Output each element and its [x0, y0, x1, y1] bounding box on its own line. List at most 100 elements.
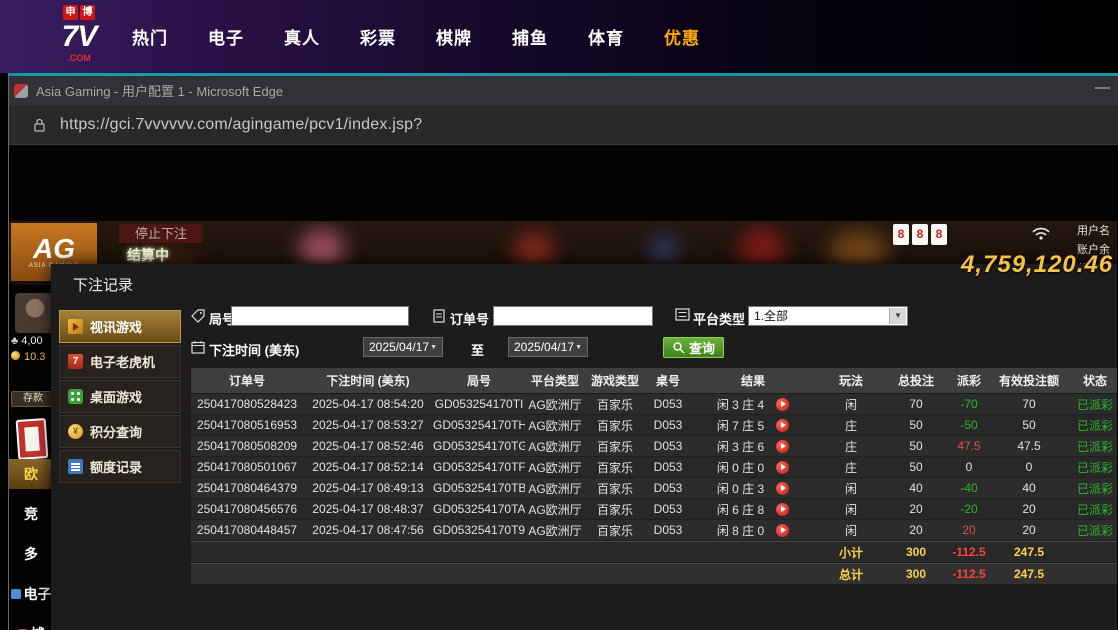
cell-status: 已派彩: [1065, 438, 1117, 455]
nav-item-sports[interactable]: 体育: [588, 24, 624, 49]
nav-item-board-games[interactable]: 棋牌: [436, 24, 472, 49]
cell-payout: -70: [945, 397, 993, 411]
table-row: 2504170804643792025-04-17 08:49:13GD0532…: [191, 478, 1117, 499]
platform-select-value: 1.全部: [754, 309, 788, 323]
replay-button[interactable]: [776, 482, 789, 495]
cell-table_no: D053: [645, 460, 691, 474]
cell-status: 已派彩: [1065, 417, 1117, 434]
replay-button[interactable]: [776, 440, 789, 453]
subtotal-row: 小计300-112.5247.5: [191, 541, 1117, 563]
column-header: 游戏类型: [585, 372, 645, 389]
lobby-menu-item-jing[interactable]: 竞: [9, 499, 53, 529]
menu-item-quota-records[interactable]: 额度记录: [59, 450, 181, 483]
round-input[interactable]: [231, 306, 409, 326]
nav-item-fishing[interactable]: 捕鱼: [512, 24, 548, 49]
menu-item-table-games[interactable]: 桌面游戏: [59, 380, 181, 413]
menu-item-label: 积分查询: [90, 422, 142, 441]
replay-button[interactable]: [776, 398, 789, 411]
window-title: Asia Gaming - 用户配置 1 - Microsoft Edge: [36, 81, 283, 100]
cell-round: GD053254170TI: [433, 397, 525, 411]
cell-time: 2025-04-17 08:52:46: [303, 439, 433, 453]
browser-window: Asia Gaming - 用户配置 1 - Microsoft Edge — …: [8, 73, 1118, 630]
stop-betting-button[interactable]: 停止下注: [119, 224, 203, 243]
cell-table_no: D053: [645, 502, 691, 516]
table-row: 2504170805082092025-04-17 08:52:46GD0532…: [191, 436, 1117, 457]
logo-badge-2: 博: [80, 5, 95, 20]
lobby-menu-item-bu[interactable]: 捕: [9, 619, 53, 630]
cell-round: GD053254170TF: [433, 460, 525, 474]
cell-round: GD053254170TA: [433, 502, 525, 516]
banner-glow: [299, 229, 345, 269]
nav-item-promotions[interactable]: 优惠: [664, 24, 700, 49]
column-header: 状态: [1065, 372, 1117, 389]
cell-bet: 庄: [815, 438, 887, 455]
lobby-item-icon: [11, 589, 21, 599]
site-logo[interactable]: 申 博 7V .COM: [46, 5, 112, 63]
order-label: 订单号: [450, 309, 489, 328]
grand-total-row: 总计300-112.5247.5: [191, 563, 1117, 585]
column-header: 局号: [433, 372, 525, 389]
dice-icon: [68, 389, 83, 404]
lobby-menu-item-dianzi[interactable]: 电子: [9, 579, 53, 609]
column-header: 平台类型: [525, 372, 585, 389]
lobby-menu-item-duo[interactable]: 多: [9, 539, 53, 569]
replay-button[interactable]: [776, 419, 789, 432]
cell-payout: 0: [945, 460, 993, 474]
table-row: 2504170805284232025-04-17 08:54:20GD0532…: [191, 394, 1117, 415]
nav-item-slots[interactable]: 电子: [208, 24, 244, 49]
replay-button[interactable]: [776, 461, 789, 474]
sum-payout: -112.5: [945, 567, 993, 581]
platform-select[interactable]: 1.全部 ▼: [748, 306, 908, 326]
minimize-button[interactable]: —: [1095, 79, 1110, 96]
nav-item-hot[interactable]: 热门: [132, 24, 168, 49]
replay-button[interactable]: [776, 503, 789, 516]
menu-item-label: 桌面游戏: [90, 387, 142, 406]
cell-total: 20: [887, 502, 945, 516]
nav-item-live[interactable]: 真人: [284, 24, 320, 49]
cell-round: GD053254170TH: [433, 418, 525, 432]
menu-item-slot-machines[interactable]: 电子老虎机: [59, 345, 181, 378]
lobby-item-label: 竞: [24, 504, 38, 524]
window-titlebar: Asia Gaming - 用户配置 1 - Microsoft Edge —: [9, 76, 1118, 105]
lock-icon[interactable]: [33, 117, 46, 132]
search-button[interactable]: 查询: [663, 337, 724, 358]
date-to-picker[interactable]: 2025/04/17 ▼: [508, 337, 588, 357]
date-from-picker[interactable]: 2025/04/17 ▼: [363, 337, 443, 357]
result-text: 闲 3 庄 4: [717, 396, 764, 413]
cell-valid: 20: [993, 502, 1065, 516]
cell-round: GD053254170T9: [433, 523, 525, 537]
cell-order: 250417080508209: [191, 439, 303, 453]
logo-subtext: .COM: [46, 54, 112, 63]
cell-game: 百家乐: [585, 396, 645, 413]
cell-table_no: D053: [645, 439, 691, 453]
cell-platform: AG欧洲厅: [525, 480, 585, 497]
lobby-menu-item-europe-hall[interactable]: 欧: [9, 459, 53, 489]
order-input[interactable]: [493, 306, 653, 326]
sum-total-bet: 300: [887, 545, 945, 559]
cell-valid: 40: [993, 481, 1065, 495]
cell-round: GD053254170TB: [433, 481, 525, 495]
wifi-icon: [1031, 226, 1051, 246]
page-content: AG ASIA GAMING 停止下注 结算中 888 用户名账户余总余 ♣4,…: [9, 145, 1117, 630]
cell-payout: 20: [945, 523, 993, 537]
cell-status: 已派彩: [1065, 396, 1117, 413]
cell-platform: AG欧洲厅: [525, 396, 585, 413]
modal-menu: 视讯游戏电子老虎机桌面游戏积分查询额度记录: [59, 310, 181, 485]
points-icon: [68, 424, 83, 439]
cell-order: 250417080448457: [191, 523, 303, 537]
replay-button[interactable]: [776, 524, 789, 537]
address-bar[interactable]: https://gci.7vvvvvv.com/agingame/pcv1/in…: [9, 105, 1118, 145]
column-header: 玩法: [815, 372, 887, 389]
bet-table: 订单号下注时间 (美东)局号平台类型游戏类型桌号结果玩法总投注派彩有效投注额状态…: [191, 368, 1117, 585]
cell-bet: 庄: [815, 459, 887, 476]
cell-bet: 闲: [815, 396, 887, 413]
result-cell: 闲 3 庄 6: [691, 438, 815, 455]
menu-item-points-query[interactable]: 积分查询: [59, 415, 181, 448]
column-header: 结果: [691, 372, 815, 389]
cell-time: 2025-04-17 08:47:56: [303, 523, 433, 537]
cell-valid: 0: [993, 460, 1065, 474]
select-arrow-icon: ▼: [889, 308, 906, 324]
nav-item-lottery[interactable]: 彩票: [360, 24, 396, 49]
result-cell: 闲 0 庄 0: [691, 459, 815, 476]
menu-item-video-games[interactable]: 视讯游戏: [59, 310, 181, 343]
